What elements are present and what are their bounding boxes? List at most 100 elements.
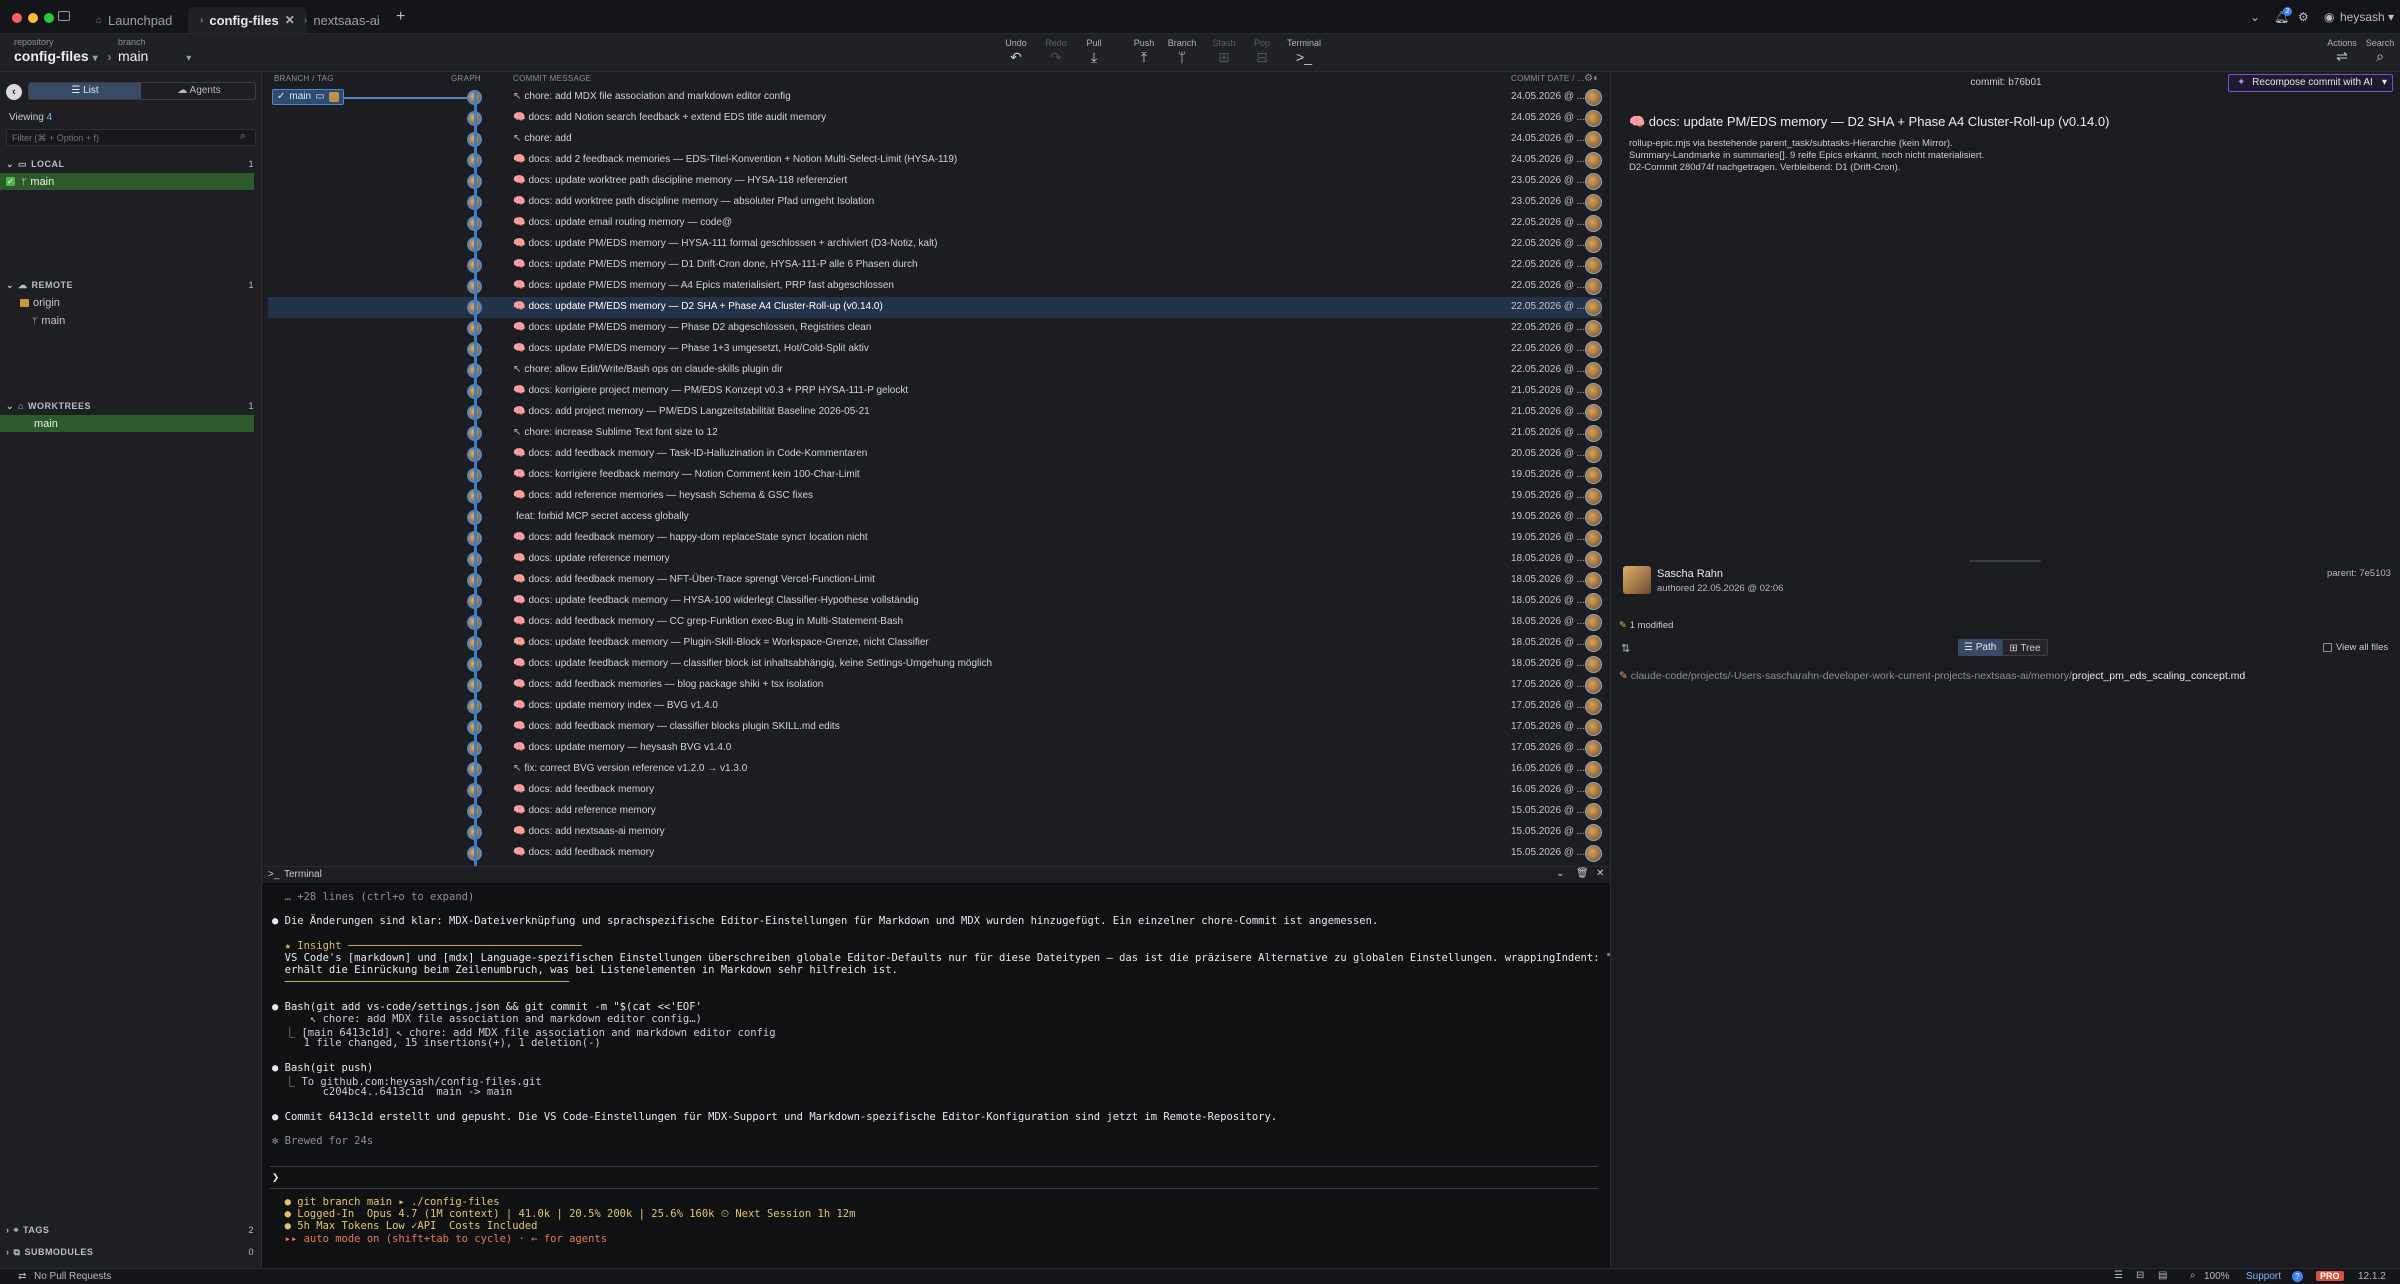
tab-nextsaas-ai[interactable]: › nextsaas-ai: [292, 7, 392, 33]
close-icon[interactable]: ✕: [1596, 868, 1604, 879]
actions-button[interactable]: Actions ⇌: [2322, 38, 2362, 65]
commit-row[interactable]: 🧠 docs: update PM/EDS memory — A4 Epics m…: [268, 276, 1602, 297]
toolbar-stash-button[interactable]: Stash ⊞: [1204, 38, 1244, 66]
new-tab-button[interactable]: +: [396, 8, 405, 26]
remote-origin[interactable]: origin: [0, 294, 254, 311]
toolbar-terminal-button[interactable]: Terminal >_: [1284, 38, 1324, 65]
commit-row[interactable]: 🧠 docs: add 2 feedback memories — EDS-Tit…: [268, 150, 1602, 171]
remote-branch-main[interactable]: ᛘ main: [0, 312, 254, 329]
panel-icon[interactable]: ⊟: [2136, 1270, 2144, 1281]
commit-row[interactable]: 🧠 docs: update feedback memory — Plugin-S…: [268, 633, 1602, 654]
commit-row[interactable]: 🧠 docs: add project memory — PM/EDS Langz…: [268, 402, 1602, 423]
prompt-symbol[interactable]: ❯: [272, 1170, 279, 1184]
commit-row[interactable]: feat: forbid MCP secret access globally 1…: [268, 507, 1602, 528]
commit-row[interactable]: 🧠 docs: update feedback memory — classifi…: [268, 654, 1602, 675]
commit-row[interactable]: 🧠 docs: add feedback memory — happy-dom r…: [268, 528, 1602, 549]
zoom-level[interactable]: 100%: [2204, 1271, 2230, 1282]
view-all-files[interactable]: View all files: [2323, 642, 2388, 653]
column-header-branch[interactable]: BRANCH / TAG: [274, 72, 334, 86]
commit-row[interactable]: 🧠 docs: korrigiere project memory — PM/ED…: [268, 381, 1602, 402]
gear-icon[interactable]: ⚙: [2298, 10, 2309, 24]
search-button[interactable]: Search ⌕: [2362, 38, 2398, 65]
close-window-button[interactable]: [12, 13, 22, 23]
commit-sha[interactable]: b76b01: [2008, 77, 2041, 88]
worktree-main[interactable]: main: [0, 415, 254, 432]
repository-selector[interactable]: config-files ▾ ›: [14, 48, 111, 64]
commit-row[interactable]: 🧠 docs: add worktree path discipline memo…: [268, 192, 1602, 213]
commit-row[interactable]: 🧠 docs: add feedback memory — CC grep-Fun…: [268, 612, 1602, 633]
recompose-commit-button[interactable]: ✦ Recompose commit with AI ▾: [2228, 74, 2393, 92]
column-header-graph[interactable]: GRAPH: [451, 72, 481, 86]
commit-row[interactable]: 🧠 docs: add feedback memory 16.05.2026 @ .…: [268, 780, 1602, 801]
minimize-window-button[interactable]: [28, 13, 38, 23]
toolbar-pop-button[interactable]: Pop ⊟: [1242, 38, 1282, 66]
trash-icon[interactable]: 🗑︎: [1576, 868, 1589, 879]
toolbar-branch-button[interactable]: Branch ᛘ: [1162, 38, 1202, 65]
local-branch-main[interactable]: ✓ ᛘ main: [0, 173, 254, 190]
view-list-button[interactable]: ☰ List: [29, 83, 141, 99]
commit-row[interactable]: ↖ fix: correct BVG version reference v1.2…: [268, 759, 1602, 780]
commit-row[interactable]: 🧠 docs: update PM/EDS memory — D2 SHA + P…: [268, 297, 1602, 318]
section-tags[interactable]: › ⌖ TAGS 2: [0, 1222, 262, 1238]
toolbar-redo-button[interactable]: Redo ↷: [1036, 38, 1076, 66]
commit-row[interactable]: ↖ chore: add 24.05.2026 @ ...: [268, 129, 1602, 150]
resize-handle[interactable]: [1969, 560, 2041, 562]
commit-row[interactable]: 🧠 docs: update feedback memory — HYSA-100…: [268, 591, 1602, 612]
file-row[interactable]: ✎ claude-code/projects/-Users-sascharahn…: [1619, 670, 2245, 682]
column-settings-icon[interactable]: ⚙◐: [1584, 72, 1600, 86]
commit-row[interactable]: 🧠 docs: update PM/EDS memory — Phase 1+3 …: [268, 339, 1602, 360]
commit-row[interactable]: 🧠 docs: update PM/EDS memory — D1 Drift-C…: [268, 255, 1602, 276]
commit-row[interactable]: ↖ chore: add MDX file association and mar…: [268, 87, 1602, 108]
commit-row[interactable]: 🧠 docs: add reference memories — heysash …: [268, 486, 1602, 507]
pull-requests-status[interactable]: No Pull Requests: [34, 1271, 111, 1282]
section-local[interactable]: ⌄ ▭ LOCAL 1: [0, 156, 262, 172]
commit-row[interactable]: 🧠 docs: update memory index — BVG v1.4.0 1…: [268, 696, 1602, 717]
commit-row[interactable]: 🧠 docs: add nextsaas-ai memory 15.05.2026 …: [268, 822, 1602, 843]
column-header-date[interactable]: COMMIT DATE / ...: [1511, 72, 1585, 86]
folder-icon[interactable]: [58, 11, 70, 21]
layout-icon[interactable]: ☰: [2114, 1270, 2123, 1281]
sort-icon[interactable]: ⇅: [1621, 642, 1630, 655]
commit-row[interactable]: 🧠 docs: add feedback memory — classifier …: [268, 717, 1602, 738]
parent-sha[interactable]: 7e5103: [2359, 568, 2391, 579]
commit-row[interactable]: 🧠 docs: add feedback memory — NFT-Über-Tr…: [268, 570, 1602, 591]
user-menu[interactable]: heysash ▾: [2340, 10, 2394, 24]
section-submodules[interactable]: › ⧉ SUBMODULES 0: [0, 1244, 262, 1260]
back-button[interactable]: ‹: [6, 84, 22, 100]
path-view-button[interactable]: ☰ Path: [1958, 639, 2003, 656]
branch-selector[interactable]: main ▾: [118, 48, 191, 64]
commit-row[interactable]: 🧠 docs: update PM/EDS memory — Phase D2 a…: [268, 318, 1602, 339]
maximize-window-button[interactable]: [44, 13, 54, 23]
toolbar-push-button[interactable]: Push ⤒: [1124, 38, 1164, 66]
split-icon[interactable]: ▤: [2158, 1270, 2167, 1281]
commit-row[interactable]: 🧠 docs: update worktree path discipline m…: [268, 171, 1602, 192]
chevron-down-icon[interactable]: ▾: [2382, 75, 2387, 91]
commit-row[interactable]: 🧠 docs: add feedback memory 15.05.2026 @ .…: [268, 843, 1602, 864]
chevron-down-icon[interactable]: ⌄: [2250, 10, 2260, 24]
checkbox-icon[interactable]: [2323, 643, 2332, 652]
support-link[interactable]: Support: [2246, 1271, 2281, 1282]
tab-launchpad[interactable]: ⌂ Launchpad: [84, 7, 184, 33]
commit-row[interactable]: ↖ chore: allow Edit/Write/Bash ops on cla…: [268, 360, 1602, 381]
commit-row[interactable]: 🧠 docs: add Notion search feedback + exte…: [268, 108, 1602, 129]
filter-input[interactable]: [6, 129, 256, 146]
commit-row[interactable]: 🧠 docs: update PM/EDS memory — HYSA-111 f…: [268, 234, 1602, 255]
commit-row[interactable]: 🧠 docs: update memory — heysash BVG v1.4.…: [268, 738, 1602, 759]
commit-row[interactable]: 🧠 docs: add feedback memory — Task-ID-Hal…: [268, 444, 1602, 465]
user-avatar-icon[interactable]: ◉: [2324, 10, 2334, 24]
column-header-message[interactable]: COMMIT MESSAGE: [513, 72, 591, 86]
commit-row[interactable]: 🧠 docs: update reference memory 18.05.2026…: [268, 549, 1602, 570]
toolbar-undo-button[interactable]: Undo ↶: [996, 38, 1036, 66]
toolbar-pull-button[interactable]: Pull ⤓: [1074, 38, 1114, 66]
tab-config-files[interactable]: › config-files ✕: [188, 7, 307, 33]
zoom-icon[interactable]: ⌕: [2190, 1270, 2196, 1281]
section-worktrees[interactable]: ⌄ ⌂ WORKTREES 1: [0, 398, 262, 414]
checkbox-checked-icon[interactable]: ✓: [6, 177, 15, 186]
commit-row[interactable]: ↖ chore: increase Sublime Text font size …: [268, 423, 1602, 444]
commit-row[interactable]: 🧠 docs: add feedback memories — blog pack…: [268, 675, 1602, 696]
commit-row[interactable]: 🧠 docs: update email routing memory — cod…: [268, 213, 1602, 234]
commit-row[interactable]: 🧠 docs: korrigiere feedback memory — Noti…: [268, 465, 1602, 486]
tree-view-button[interactable]: ⊞ Tree: [2002, 639, 2048, 656]
section-remote[interactable]: ⌄ ☁ REMOTE 1: [0, 277, 262, 293]
help-icon[interactable]: ?: [2292, 1271, 2303, 1282]
